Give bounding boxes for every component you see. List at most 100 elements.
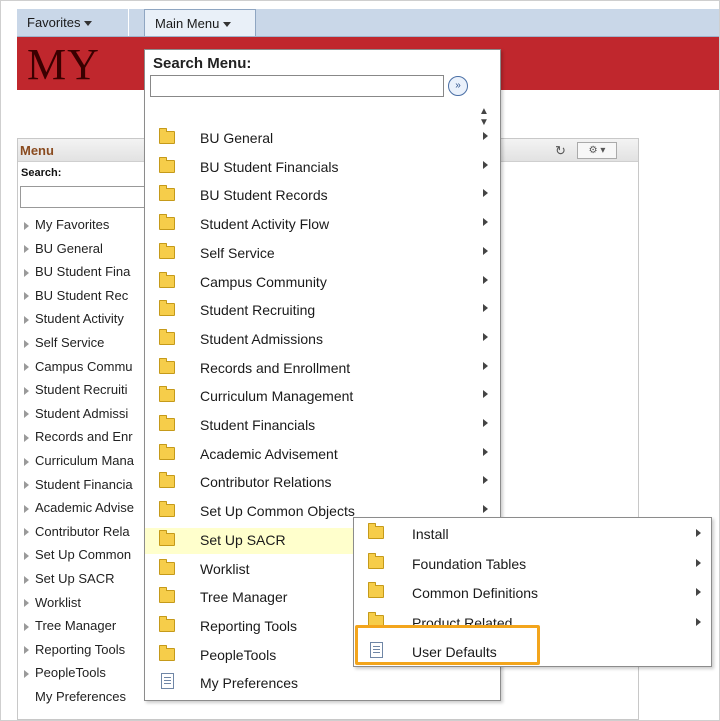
folder-icon	[159, 300, 175, 317]
go-arrow-icon[interactable]: »	[448, 76, 468, 96]
main-menu-item-bu-student-records[interactable]: BU Student Records	[145, 183, 500, 209]
main-menu-item-label: PeopleTools	[200, 646, 277, 663]
chevron-right-icon	[696, 588, 701, 596]
main-menu-item-label: Reporting Tools	[200, 617, 298, 634]
folder-icon	[159, 644, 175, 661]
expand-triangle-icon	[24, 268, 29, 277]
left-menu-item-label: Academic Advise	[35, 500, 134, 516]
main-menu-item-campus-community[interactable]: Campus Community	[145, 270, 500, 296]
left-menu-item-worklist[interactable]: Worklist	[24, 593, 81, 613]
chevron-right-icon	[483, 160, 488, 169]
chevron-right-icon	[483, 246, 488, 255]
left-menu-item-my-favorites[interactable]: My Favorites	[24, 215, 109, 235]
submenu-item-install[interactable]: Install	[354, 520, 711, 549]
sort-icon[interactable]: ▲ ▼	[479, 106, 489, 128]
main-menu-item-label: Student Admissions	[200, 330, 323, 347]
expand-triangle-icon	[24, 669, 29, 678]
chevron-right-icon	[483, 390, 488, 399]
highlight-box	[355, 625, 540, 665]
main-menu-item-label: BU General	[200, 130, 274, 146]
left-menu-item-label: My Favorites	[35, 217, 110, 232]
main-menu-item-my-preferences[interactable]: My Preferences	[145, 671, 500, 697]
submenu-item-foundation-tables[interactable]: Foundation Tables	[354, 550, 711, 579]
left-menu-item-self-service[interactable]: Self Service	[24, 333, 104, 353]
left-menu-item-tree-manager[interactable]: Tree Manager	[24, 616, 116, 636]
main-menu-button[interactable]: Main Menu	[144, 9, 256, 36]
chevron-right-icon	[483, 218, 488, 227]
left-menu-item-label: Curriculum Mana	[35, 453, 134, 468]
main-menu-label: Main Menu	[155, 16, 220, 31]
chevron-down-icon	[84, 21, 93, 27]
logo: MY	[27, 40, 100, 89]
main-menu-item-contributor-relations[interactable]: Contributor Relations	[145, 470, 500, 496]
browser-frame: Favorites Main Menu MY Menu ↻ ⚙ ▾ Search…	[0, 0, 720, 721]
left-menu-item-label: Contributor Rela	[35, 523, 130, 539]
left-menu-item-student-admissi[interactable]: Student Admissi	[24, 404, 128, 424]
chevron-right-icon	[483, 132, 488, 140]
left-menu-item-student-activity[interactable]: Student Activity	[24, 309, 124, 329]
refresh-icon[interactable]: ↻	[555, 143, 566, 159]
main-menu-item-student-admissions[interactable]: Student Admissions	[145, 327, 500, 353]
left-menu-item-set-up-sacr[interactable]: Set Up SACR	[24, 569, 114, 589]
folder-icon	[159, 128, 175, 144]
chevron-right-icon	[483, 447, 488, 456]
favorites-menu-button[interactable]: Favorites	[17, 9, 129, 36]
expand-triangle-icon	[24, 433, 29, 442]
expand-triangle-icon	[24, 622, 29, 631]
folder-icon	[159, 615, 175, 632]
left-menu-item-contributor-rela[interactable]: Contributor Rela	[24, 522, 130, 542]
left-menu-item-records-and-enr[interactable]: Records and Enr	[24, 427, 133, 447]
left-menu-item-my-preferences[interactable]: My Preferences	[35, 687, 126, 707]
chevron-right-icon	[483, 419, 488, 427]
pagelet-title: Menu	[20, 143, 54, 158]
folder-icon	[159, 415, 175, 431]
main-menu-item-curriculum-management[interactable]: Curriculum Management	[145, 384, 500, 410]
left-menu-item-label: Student Financia	[35, 476, 133, 492]
main-menu-item-label: BU Student Financials	[200, 158, 339, 175]
expand-triangle-icon	[24, 528, 29, 537]
main-menu-item-records-and-enrollment[interactable]: Records and Enrollment	[145, 356, 500, 382]
left-menu-item-campus-commu[interactable]: Campus Commu	[24, 357, 133, 377]
left-menu-item-set-up-common[interactable]: Set Up Common	[24, 545, 131, 565]
expand-triangle-icon	[24, 363, 29, 372]
left-menu-item-reporting-tools[interactable]: Reporting Tools	[24, 640, 125, 660]
search-menu-input[interactable]	[150, 75, 444, 97]
main-menu-item-bu-general[interactable]: BU General	[145, 126, 500, 152]
main-menu-item-student-activity-flow[interactable]: Student Activity Flow	[145, 212, 500, 238]
left-menu-item-peopletools[interactable]: PeopleTools	[24, 663, 106, 683]
left-menu-item-label: Student Recruiti	[35, 382, 128, 398]
main-menu-item-bu-student-financials[interactable]: BU Student Financials	[145, 155, 500, 181]
left-menu-item-bu-student-fina[interactable]: BU Student Fina	[24, 262, 130, 282]
main-menu-item-label: Curriculum Management	[200, 388, 354, 405]
left-menu-item-student-recruiti[interactable]: Student Recruiti	[24, 380, 128, 400]
submenu-item-common-definitions[interactable]: Common Definitions	[354, 579, 711, 608]
main-menu-item-self-service[interactable]: Self Service	[145, 241, 500, 267]
folder-icon	[159, 357, 175, 374]
menu-search-input[interactable]	[20, 186, 152, 208]
main-menu-item-label: Student Financials	[200, 417, 316, 433]
left-menu-item-academic-advise[interactable]: Academic Advise	[24, 498, 134, 518]
left-menu-item-bu-student-rec[interactable]: BU Student Rec	[24, 286, 128, 306]
expand-triangle-icon	[24, 599, 29, 608]
folder-icon	[159, 328, 175, 345]
left-menu-item-bu-general[interactable]: BU General	[24, 239, 103, 259]
chevron-right-icon	[483, 304, 488, 313]
folder-icon	[159, 214, 175, 231]
expand-triangle-icon	[24, 221, 29, 230]
main-menu-item-label: Campus Community	[200, 273, 327, 290]
main-menu-item-student-financials[interactable]: Student Financials	[145, 413, 500, 439]
submenu-item-label: Foundation Tables	[412, 555, 527, 572]
left-menu-item-label: PeopleTools	[35, 665, 106, 681]
main-menu-item-academic-advisement[interactable]: Academic Advisement	[145, 442, 500, 468]
expand-triangle-icon	[24, 575, 29, 584]
chevron-right-icon	[483, 189, 488, 198]
main-menu-item-label: Student Activity Flow	[200, 216, 330, 233]
left-menu-item-label: Set Up Common	[35, 547, 132, 563]
main-menu-item-student-recruiting[interactable]: Student Recruiting	[145, 298, 500, 324]
expand-triangle-icon	[24, 339, 29, 348]
gear-icon[interactable]: ⚙ ▾	[577, 142, 617, 159]
folder-icon	[159, 156, 175, 173]
left-menu-item-curriculum-mana[interactable]: Curriculum Mana	[24, 451, 134, 471]
left-menu-item-student-financia[interactable]: Student Financia	[24, 475, 133, 495]
folder-icon	[159, 386, 175, 403]
